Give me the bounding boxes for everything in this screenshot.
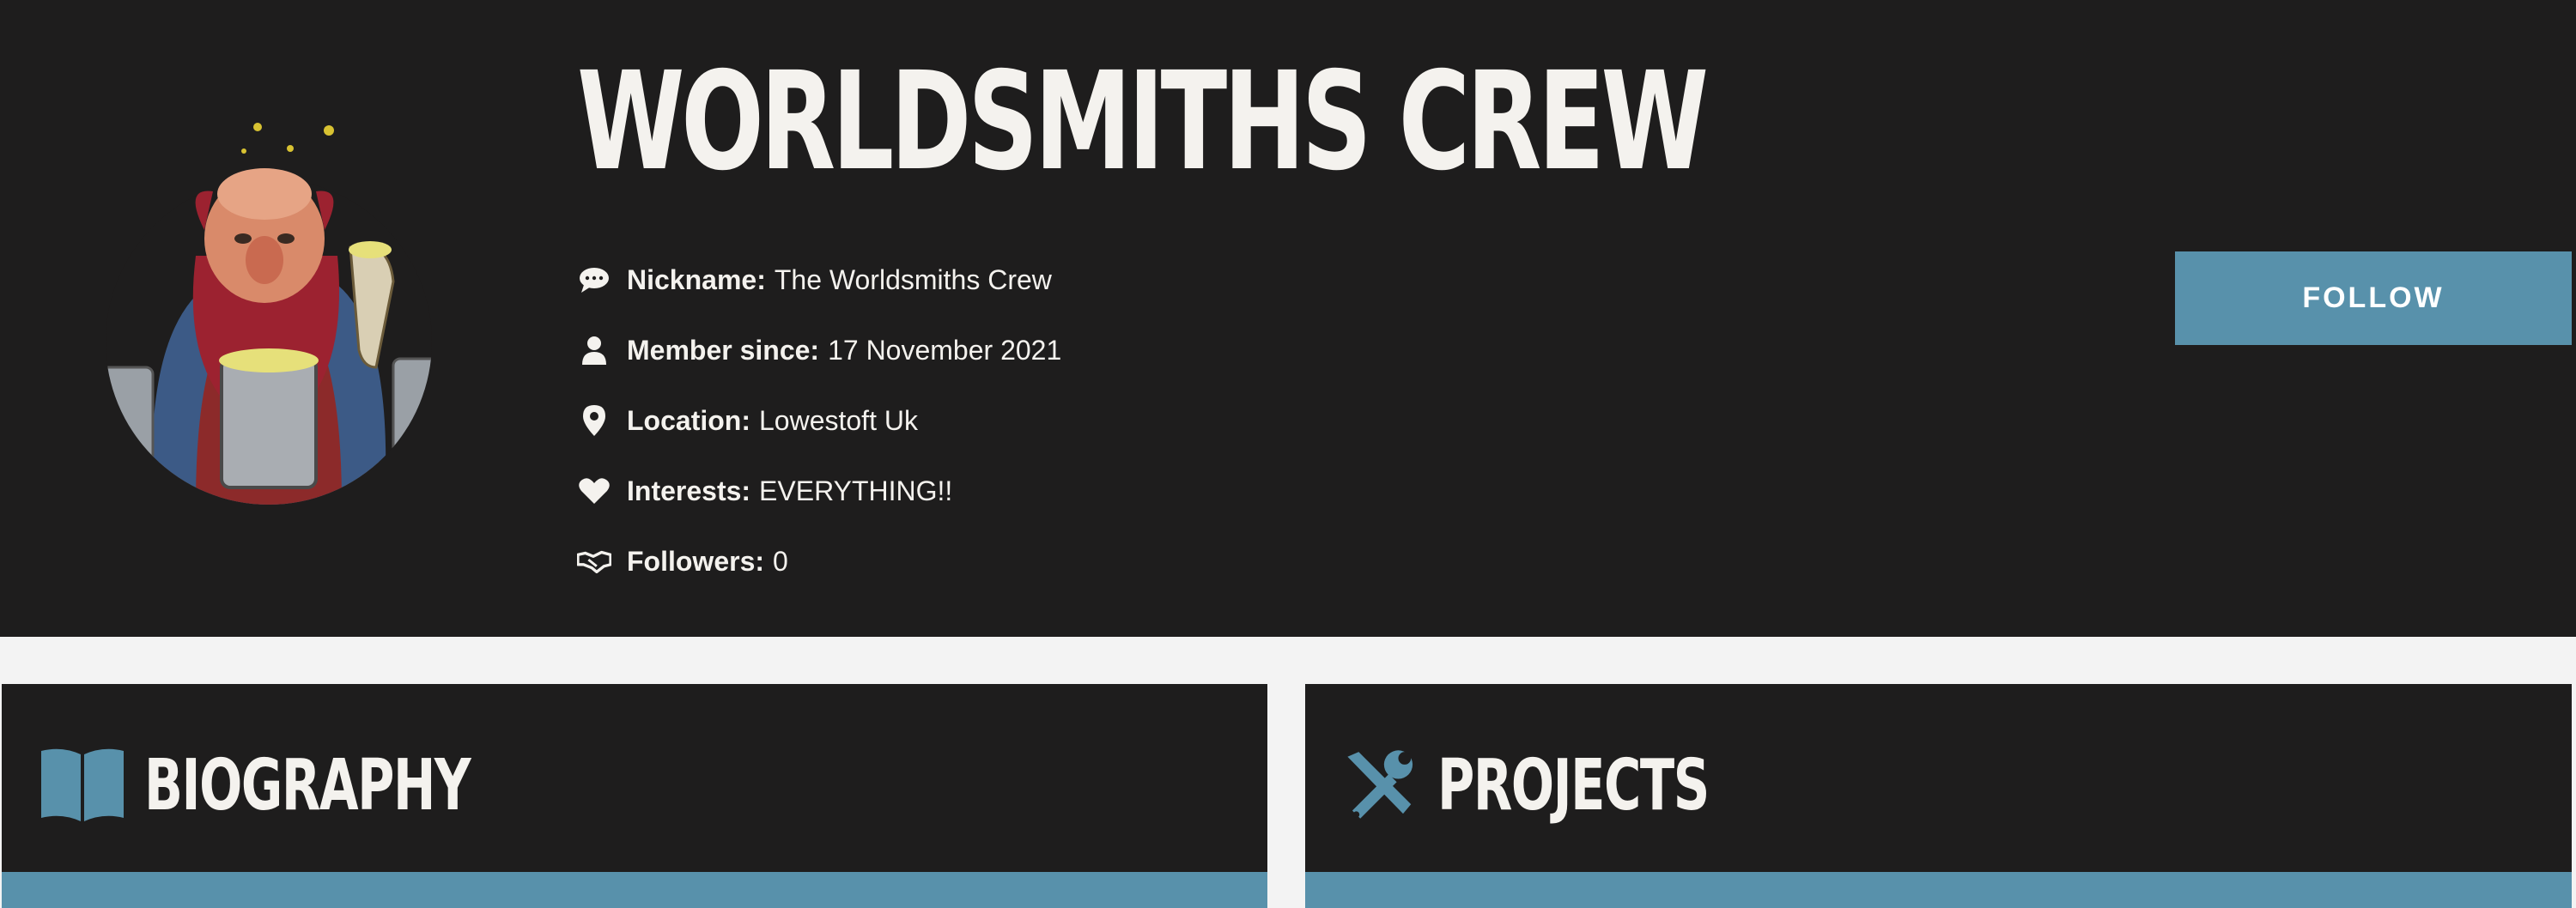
follow-button[interactable]: FOLLOW xyxy=(2175,251,2572,345)
projects-title: PROJECTS xyxy=(1437,745,1710,826)
dwarf-avatar xyxy=(106,123,432,505)
info-interests: Interests: EVERYTHING!! xyxy=(577,465,952,517)
heart-icon xyxy=(577,474,611,508)
tools-icon xyxy=(1347,750,1413,819)
info-location: Location: Lowestoft Uk xyxy=(577,395,918,446)
user-icon xyxy=(577,333,611,367)
biography-panel: BIOGRAPHY xyxy=(2,684,1267,908)
info-label: Followers: xyxy=(627,545,765,577)
handshake-icon xyxy=(577,544,611,578)
book-icon xyxy=(41,748,124,821)
panel-accent-bar xyxy=(2,872,1267,908)
profile-name: WORLDSMITHS CREW xyxy=(577,43,1709,201)
info-value: 17 November 2021 xyxy=(828,334,1062,366)
comment-icon xyxy=(577,263,611,297)
info-label: Member since: xyxy=(627,334,820,366)
info-value: 0 xyxy=(773,545,788,577)
info-member-since: Member since: 17 November 2021 xyxy=(577,324,1061,376)
info-value: EVERYTHING!! xyxy=(759,475,953,506)
info-nickname: Nickname: The Worldsmiths Crew xyxy=(577,254,1052,306)
profile-header: WORLDSMITHS CREW Nickname: The Worldsmit… xyxy=(0,0,2576,637)
info-value: The Worldsmiths Crew xyxy=(774,263,1052,295)
biography-title: BIOGRAPHY xyxy=(144,745,471,826)
info-value: Lowestoft Uk xyxy=(758,404,918,436)
info-label: Nickname: xyxy=(627,263,766,295)
info-label: Interests: xyxy=(627,475,751,506)
info-label: Location: xyxy=(627,404,750,436)
info-followers: Followers: 0 xyxy=(577,536,788,587)
map-marker-icon xyxy=(577,403,611,438)
projects-panel: PROJECTS xyxy=(1305,684,2572,908)
panel-accent-bar xyxy=(1305,872,2572,908)
